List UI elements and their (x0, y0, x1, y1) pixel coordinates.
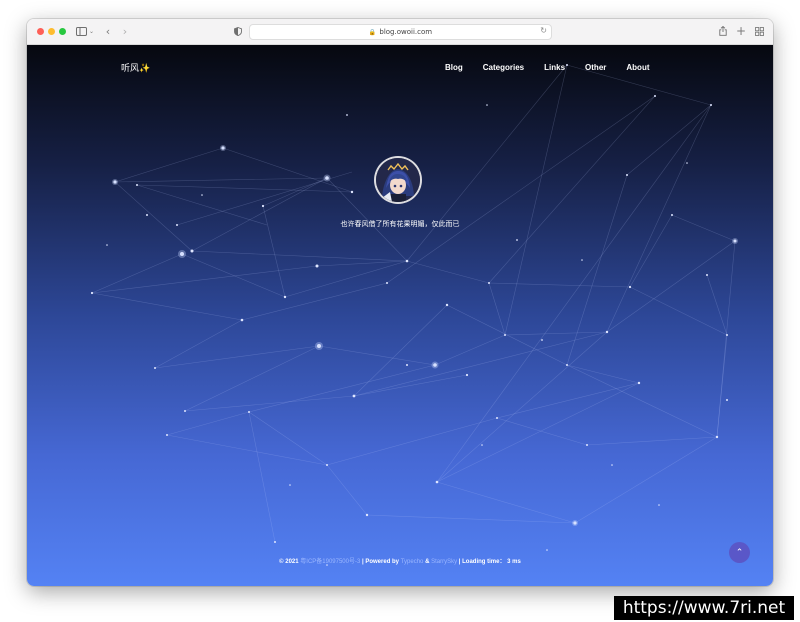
address-text: blog.owoii.com (379, 28, 433, 36)
browser-window: ⌄ ‹ › 🔒 blog.owoii.com ↻ + 听风✨ Blog Cate… (27, 19, 773, 586)
back-to-top-button[interactable]: ⌃ (729, 542, 750, 563)
sidebar-icon[interactable]: ⌄ (75, 24, 95, 38)
tab-overview-icon[interactable] (753, 24, 765, 38)
chevron-up-icon: ⌃ (735, 547, 744, 558)
back-icon[interactable]: ‹ (103, 24, 113, 38)
new-tab-icon[interactable]: + (735, 24, 747, 38)
footer-loading-time: 3 ms (507, 559, 521, 565)
footer-loading-label: | Loading time： (458, 559, 506, 565)
footer-theme-link[interactable]: StarrySky (431, 559, 457, 565)
share-icon[interactable] (717, 24, 729, 38)
nav-blog[interactable]: Blog (445, 63, 463, 72)
site-motto: 也许春风借了所有花果明媚，仅此而已 (340, 220, 460, 228)
forward-icon[interactable]: › (120, 24, 130, 38)
browser-toolbar: ⌄ ‹ › 🔒 blog.owoii.com ↻ + (27, 19, 773, 45)
lock-icon: 🔒 (368, 28, 377, 36)
watermark: https://www.7ri.net (614, 596, 794, 620)
starfield-background (90, 64, 738, 566)
nav-other[interactable]: Other (585, 63, 606, 72)
nav-categories[interactable]: Categories (483, 63, 524, 72)
site-brand[interactable]: 听风✨ (121, 61, 150, 74)
footer-icp-link[interactable]: 粤ICP备19097500号-3 (300, 559, 360, 565)
footer-typecho-link[interactable]: Typecho (401, 559, 424, 565)
footer-copyright: © 2021 (279, 559, 299, 565)
avatar-illustration (376, 158, 420, 202)
close-window-button[interactable] (37, 28, 44, 35)
nav-about[interactable]: About (626, 63, 649, 72)
zoom-window-button[interactable] (59, 28, 66, 35)
site-footer: © 2021 粤ICP备19097500号-3 | Powered by Typ… (27, 556, 773, 565)
chevron-down-icon: ⌄ (88, 27, 95, 35)
footer-powered-by: | Powered by (362, 559, 400, 565)
address-bar[interactable]: 🔒 blog.owoii.com ↻ (249, 24, 552, 40)
avatar[interactable] (374, 156, 422, 204)
minimize-window-button[interactable] (48, 28, 55, 35)
reload-icon[interactable]: ↻ (540, 26, 547, 35)
footer-amp: & (425, 559, 430, 565)
nav-links[interactable]: Links (544, 63, 565, 72)
page-viewport: 听风✨ Blog Categories Links Other About 也许… (27, 45, 773, 586)
main-nav: Blog Categories Links Other About (445, 63, 670, 72)
privacy-shield-icon[interactable] (232, 24, 244, 38)
